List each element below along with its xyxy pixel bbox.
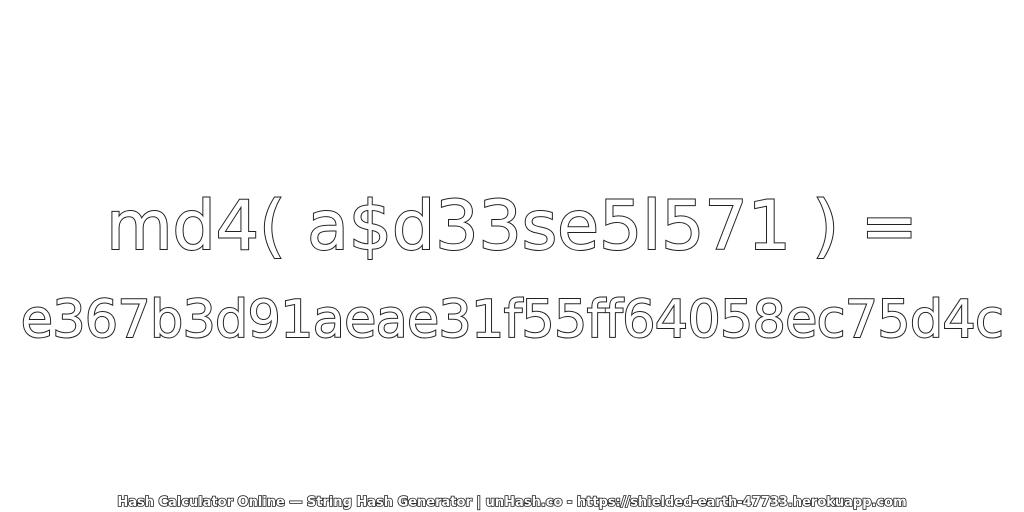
hash-result: e367b3d91aeae31f55ff64058ec75d4c — [20, 289, 1005, 351]
hash-expression: md4( a$d33se5l571 ) = — [105, 186, 918, 267]
hash-image-canvas: md4( a$d33se5l571 ) = e367b3d91aeae31f55… — [0, 0, 1024, 512]
footer-caption: Hash Calculator Online — String Hash Gen… — [117, 494, 908, 511]
